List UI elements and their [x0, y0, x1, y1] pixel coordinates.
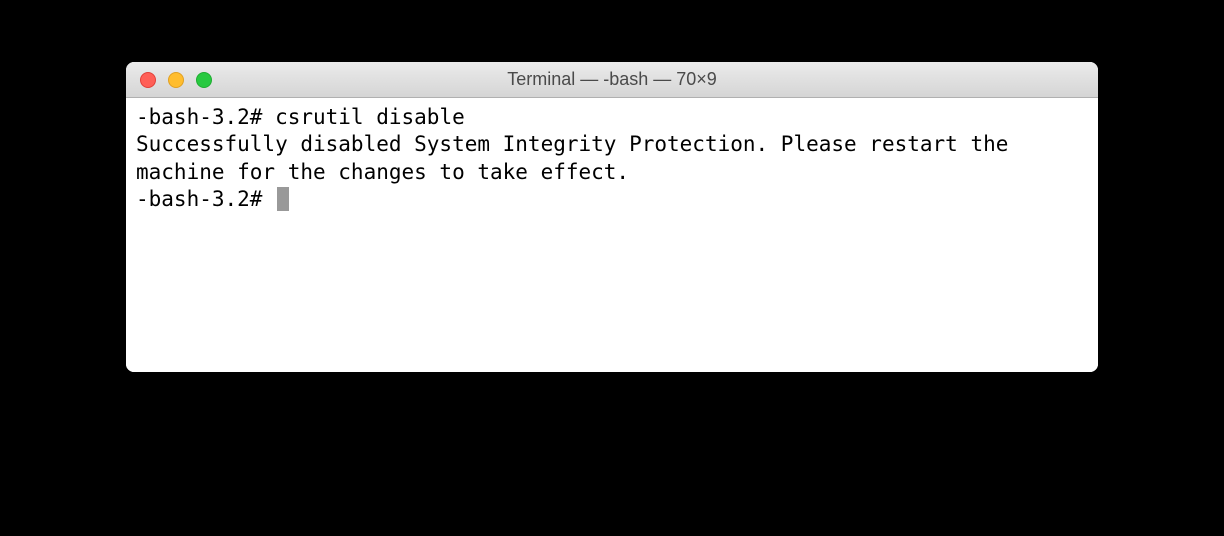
terminal-line-2: -bash-3.2#: [136, 186, 1088, 213]
terminal-window: Terminal — -bash — 70×9 -bash-3.2# csrut…: [126, 62, 1098, 372]
window-titlebar[interactable]: Terminal — -bash — 70×9: [126, 62, 1098, 98]
terminal-output: Successfully disabled System Integrity P…: [136, 131, 1088, 186]
cursor: [277, 187, 289, 211]
minimize-button[interactable]: [168, 72, 184, 88]
shell-prompt: -bash-3.2#: [136, 187, 275, 211]
close-button[interactable]: [140, 72, 156, 88]
maximize-button[interactable]: [196, 72, 212, 88]
terminal-body[interactable]: -bash-3.2# csrutil disable Successfully …: [126, 98, 1098, 372]
traffic-lights: [126, 72, 212, 88]
shell-prompt: -bash-3.2#: [136, 105, 275, 129]
shell-command: csrutil disable: [275, 105, 465, 129]
window-title: Terminal — -bash — 70×9: [126, 69, 1098, 90]
terminal-line-1: -bash-3.2# csrutil disable: [136, 104, 1088, 131]
